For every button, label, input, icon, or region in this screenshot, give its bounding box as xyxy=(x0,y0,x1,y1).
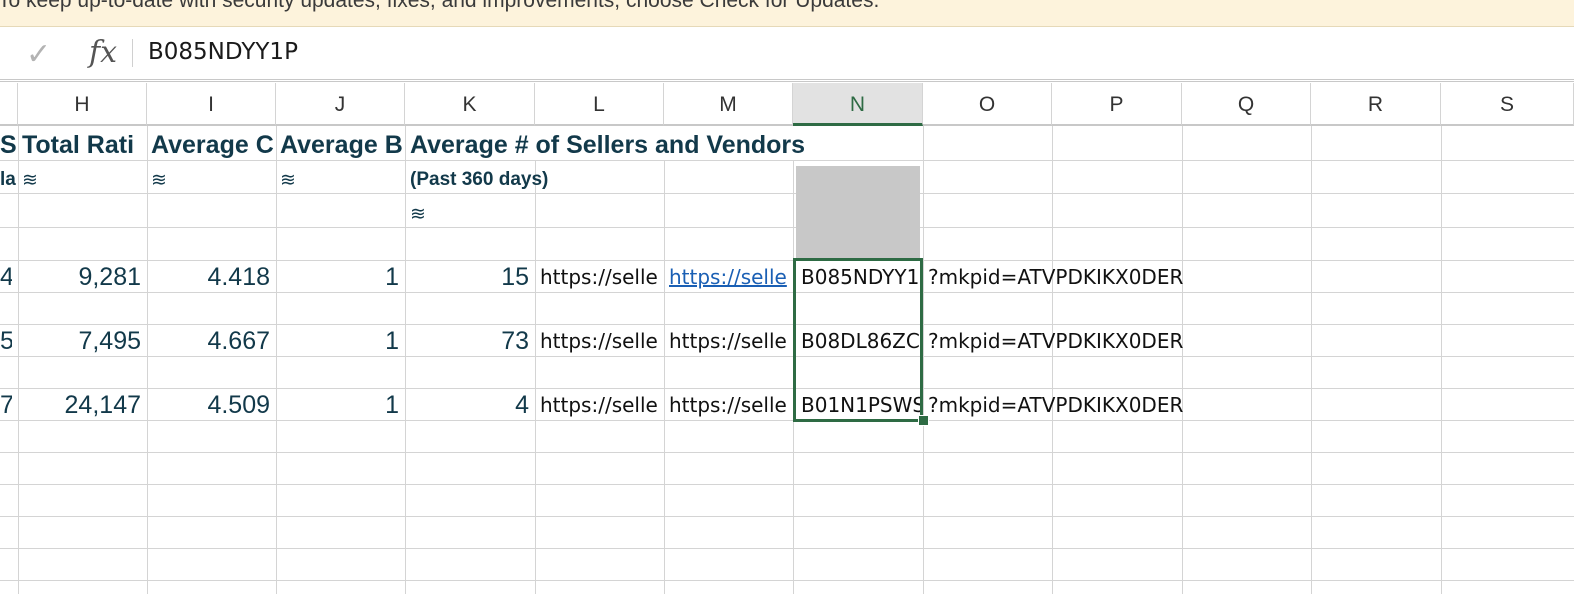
grid-line xyxy=(664,160,665,594)
grid-line xyxy=(405,126,406,594)
data-cell-average-c[interactable]: 4.418 xyxy=(147,261,276,293)
grid-line xyxy=(1311,126,1312,594)
grid-line xyxy=(18,126,19,594)
subheader-cell-past-360-days[interactable]: (Past 360 days) xyxy=(410,165,660,195)
header-cell-g[interactable]: S xyxy=(0,129,18,161)
data-cell-url-l[interactable]: https://selle xyxy=(535,390,664,420)
cell-grid[interactable] xyxy=(0,126,1574,594)
column-header-k[interactable]: K xyxy=(405,83,535,126)
column-header-partial[interactable] xyxy=(0,83,18,126)
function-icon[interactable]: fx xyxy=(89,35,117,70)
wave-icon: ≋ xyxy=(280,169,296,191)
data-cell-mkpid[interactable]: ?mkpid=ATVPDKIKX0DER xyxy=(923,262,1183,292)
data-cell-asin[interactable]: B085NDYY1P xyxy=(796,262,921,292)
grid-line xyxy=(923,126,924,594)
data-cell-total-ratings[interactable]: 24,147 xyxy=(18,389,147,421)
header-cell-average-sellers[interactable]: Average # of Sellers and Vendors xyxy=(410,129,923,161)
formula-input[interactable]: B085NDYY1P xyxy=(148,39,298,65)
data-cell-url-m[interactable]: https://selle xyxy=(664,326,793,356)
subheader-cell-g[interactable]: la xyxy=(0,165,18,195)
data-cell-asin[interactable]: B01N1PSWS xyxy=(796,390,921,420)
data-cell-asin[interactable]: B08DL86ZCC xyxy=(796,326,921,356)
data-cell-total-ratings[interactable]: 7,495 xyxy=(18,325,147,357)
data-cell-url-m[interactable]: https://selle xyxy=(664,390,793,420)
grid-line xyxy=(0,452,1574,453)
column-header-n[interactable]: N xyxy=(793,83,923,126)
data-cell-average-b[interactable]: 1 xyxy=(276,261,405,293)
wave-icon: ≋ xyxy=(22,169,38,191)
grid-line xyxy=(0,484,1574,485)
update-banner-text: To keep up-to-date with security updates… xyxy=(0,0,880,12)
header-cell-total-ratings[interactable]: Total Rati xyxy=(22,129,147,161)
data-cell-url-l[interactable]: https://selle xyxy=(535,262,664,292)
data-cell-mkpid[interactable]: ?mkpid=ATVPDKIKX0DER xyxy=(923,390,1183,420)
data-cell-url-l[interactable]: https://selle xyxy=(535,326,664,356)
column-header-p[interactable]: P xyxy=(1052,83,1182,126)
column-header-m[interactable]: M xyxy=(664,83,793,126)
grid-line xyxy=(276,126,277,594)
data-cell-sellers[interactable]: 73 xyxy=(405,325,535,357)
header-cell-average-b[interactable]: Average B xyxy=(280,129,405,161)
grid-line xyxy=(793,160,794,594)
data-cell-g[interactable]: 7 xyxy=(0,389,12,421)
data-cell-average-c[interactable]: 4.509 xyxy=(147,389,276,421)
wave-icon: ≋ xyxy=(410,203,426,225)
formula-bar-divider xyxy=(132,39,133,67)
column-header-i[interactable]: I xyxy=(147,83,276,126)
formula-bar: ✓ fx B085NDYY1P xyxy=(0,27,1574,82)
selection-fill xyxy=(796,166,920,258)
column-header-s[interactable]: S xyxy=(1441,83,1574,126)
data-cell-g[interactable]: 5 xyxy=(0,325,12,357)
wave-icon: ≋ xyxy=(151,169,167,191)
grid-line xyxy=(1052,126,1053,594)
data-cell-average-b[interactable]: 1 xyxy=(276,325,405,357)
column-header-l[interactable]: L xyxy=(535,83,664,126)
column-header-j[interactable]: J xyxy=(276,83,405,126)
grid-line xyxy=(0,227,1574,228)
column-header-r[interactable]: R xyxy=(1311,83,1441,126)
data-cell-g[interactable]: 4 xyxy=(0,261,12,293)
data-cell-sellers[interactable]: 15 xyxy=(405,261,535,293)
column-header-h[interactable]: H xyxy=(18,83,147,126)
data-cell-average-c[interactable]: 4.667 xyxy=(147,325,276,357)
fill-handle[interactable] xyxy=(918,415,929,426)
checkmark-icon[interactable]: ✓ xyxy=(26,37,51,72)
header-cell-average-c[interactable]: Average C xyxy=(151,129,276,161)
grid-line xyxy=(1182,126,1183,594)
grid-line xyxy=(1441,126,1442,594)
data-cell-total-ratings[interactable]: 9,281 xyxy=(18,261,147,293)
grid-line xyxy=(0,548,1574,549)
data-cell-mkpid[interactable]: ?mkpid=ATVPDKIKX0DER xyxy=(923,326,1183,356)
grid-line xyxy=(0,580,1574,581)
data-cell-average-b[interactable]: 1 xyxy=(276,389,405,421)
grid-line xyxy=(535,160,536,594)
data-cell-url-link[interactable]: https://selle xyxy=(664,262,793,292)
column-header-o[interactable]: O xyxy=(923,83,1052,126)
column-header-q[interactable]: Q xyxy=(1182,83,1311,126)
grid-line xyxy=(147,126,148,594)
data-cell-sellers[interactable]: 4 xyxy=(405,389,535,421)
grid-line xyxy=(0,516,1574,517)
update-banner: To keep up-to-date with security updates… xyxy=(0,0,1574,27)
